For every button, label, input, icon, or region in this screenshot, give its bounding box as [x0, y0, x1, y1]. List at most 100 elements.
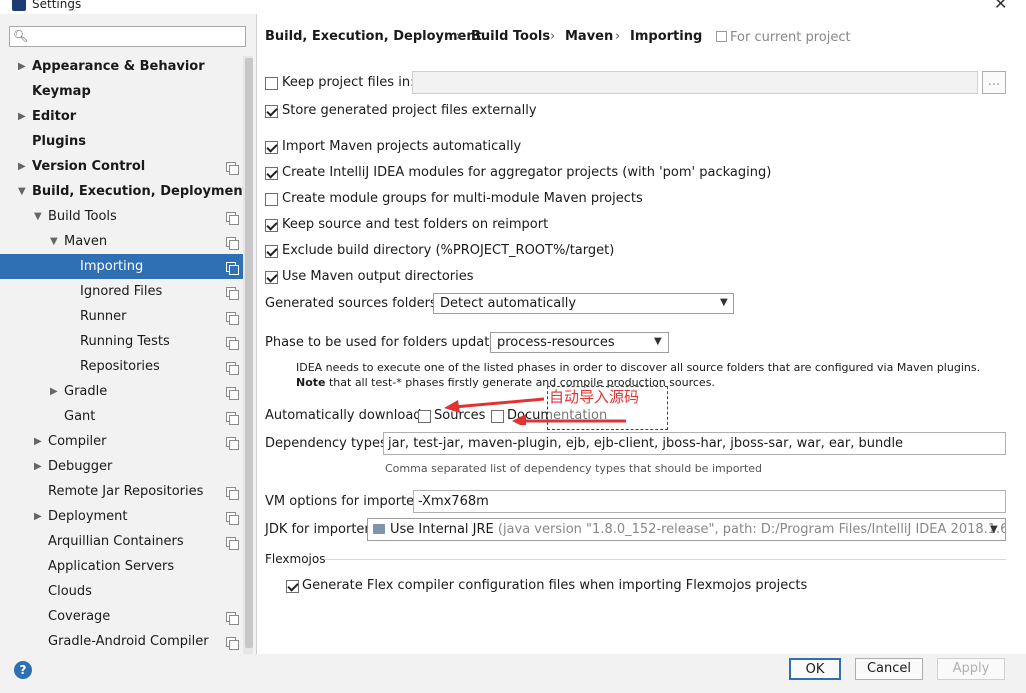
- project-scope-icon: [226, 337, 239, 350]
- sidebar-item[interactable]: ▶ Debugger: [0, 454, 243, 479]
- ok-button[interactable]: OK: [789, 658, 841, 680]
- sidebar-item[interactable]: ▼ Maven: [0, 229, 243, 254]
- keep-files-path-field[interactable]: [412, 71, 978, 94]
- chevron-down-icon[interactable]: ▼: [18, 179, 26, 204]
- chevron-down-icon: ▼: [654, 336, 662, 347]
- flexmojos-checkbox[interactable]: [286, 580, 299, 593]
- keep-source-checkbox[interactable]: [265, 219, 278, 232]
- sidebar-item[interactable]: Coverage: [0, 604, 243, 629]
- sidebar-item[interactable]: Running Tests: [0, 329, 243, 354]
- flexmojos-label: Generate Flex compiler configuration fil…: [302, 578, 808, 593]
- chevron-right-icon[interactable]: ▶: [18, 54, 26, 79]
- sidebar-item-label: Arquillian Containers: [48, 534, 184, 549]
- sidebar-item[interactable]: Application Servers: [0, 554, 243, 579]
- search-input[interactable]: [9, 26, 246, 47]
- annotation-arrows: [444, 397, 626, 425]
- apply-button[interactable]: Apply: [937, 658, 1005, 680]
- phase-combo[interactable]: process-resources: [490, 332, 669, 353]
- import-auto-checkbox[interactable]: [265, 141, 278, 154]
- chevron-right-icon[interactable]: ▶: [34, 429, 42, 454]
- create-groups-checkbox[interactable]: [265, 193, 278, 206]
- sidebar-item[interactable]: Plugins: [0, 129, 243, 154]
- keep-files-checkbox[interactable]: [265, 77, 278, 90]
- sidebar-item[interactable]: Keymap: [0, 79, 243, 104]
- sidebar-item-label: Importing: [80, 259, 144, 274]
- use-output-checkbox[interactable]: [265, 271, 278, 284]
- sidebar-item[interactable]: Runner: [0, 304, 243, 329]
- project-scope-icon: [226, 512, 239, 525]
- sidebar-item-label: Version Control: [32, 159, 146, 174]
- help-icon[interactable]: ?: [14, 661, 32, 679]
- chevron-right-icon[interactable]: ▶: [50, 379, 58, 404]
- store-external-checkbox[interactable]: [265, 105, 278, 118]
- chevron-right-icon[interactable]: ▶: [18, 154, 26, 179]
- jdk-label: JDK for importer:: [265, 522, 374, 537]
- phase-note: IDEA needs to execute one of the listed …: [296, 361, 981, 374]
- dependency-types-label: Dependency types:: [265, 436, 392, 451]
- breadcrumb-build-tools: Build Tools: [471, 29, 551, 44]
- close-icon[interactable]: ✕: [994, 0, 1007, 13]
- project-scope-icon: [226, 487, 239, 500]
- sidebar-item[interactable]: ▼ Build Tools: [0, 204, 243, 229]
- sidebar-item[interactable]: Importing: [0, 254, 243, 279]
- jdk-combo[interactable]: Use Internal JRE (java version "1.8.0_15…: [367, 518, 1006, 541]
- sidebar-item[interactable]: ▼ Build, Execution, Deployment: [0, 179, 249, 204]
- store-external-label: Store generated project files externally: [282, 103, 537, 118]
- search-icon: 🔍︎: [13, 29, 29, 43]
- sidebar-item-label: Appearance & Behavior: [32, 59, 205, 74]
- sidebar-item[interactable]: ▶ Version Control: [0, 154, 243, 179]
- project-scope-icon: [716, 31, 727, 42]
- sidebar-item[interactable]: Ignored Files: [0, 279, 243, 304]
- create-groups-label: Create module groups for multi-module Ma…: [282, 191, 643, 206]
- sidebar-item-label: Runner: [80, 309, 127, 324]
- sidebar-item[interactable]: Remote Jar Repositories: [0, 479, 243, 504]
- keep-files-label: Keep project files in:: [282, 75, 415, 90]
- create-modules-checkbox[interactable]: [265, 167, 278, 180]
- dependency-types-hint: Comma separated list of dependency types…: [385, 462, 763, 475]
- sidebar-item-label: Build Tools: [48, 209, 117, 224]
- sidebar-item[interactable]: Gant: [0, 404, 243, 429]
- chevron-right-icon[interactable]: ▶: [18, 104, 26, 129]
- project-scope-icon: [226, 412, 239, 425]
- chevron-right-icon[interactable]: ▶: [34, 454, 42, 479]
- sidebar-item-label: Build, Execution, Deployment: [32, 184, 249, 199]
- exclude-build-checkbox[interactable]: [265, 245, 278, 258]
- sidebar-item[interactable]: ▶ Deployment: [0, 504, 243, 529]
- sidebar-item[interactable]: ▶ Editor: [0, 104, 243, 129]
- sidebar-item-label: Gradle: [64, 384, 108, 399]
- project-scope-icon: [226, 537, 239, 550]
- project-scope-icon: [226, 612, 239, 625]
- breadcrumb-separator: ›: [615, 29, 621, 44]
- sidebar-item-label: Deployment: [48, 509, 128, 524]
- auto-download-label: Automatically download:: [265, 408, 426, 423]
- window-title: Settings: [32, 0, 82, 11]
- annotation-arrowhead: [512, 414, 526, 425]
- vm-options-field[interactable]: -Xmx768m: [413, 490, 1006, 513]
- sidebar-item[interactable]: Arquillian Containers: [0, 529, 243, 554]
- jdk-detail: (java version "1.8.0_152-release", path:…: [493, 522, 1006, 537]
- annotation-arrow-line: [453, 397, 545, 409]
- sidebar-item-label: Clouds: [48, 584, 92, 599]
- sidebar-item[interactable]: ▶ Compiler: [0, 429, 243, 454]
- chevron-down-icon[interactable]: ▼: [50, 229, 58, 254]
- generated-sources-combo[interactable]: Detect automatically: [433, 293, 734, 314]
- sidebar-scroll-thumb[interactable]: [245, 58, 253, 648]
- project-scope-icon: [226, 212, 239, 225]
- sidebar-item[interactable]: ▶ Gradle: [0, 379, 243, 404]
- chevron-down-icon[interactable]: ▼: [34, 204, 42, 229]
- sources-checkbox[interactable]: [418, 410, 431, 423]
- sidebar-item[interactable]: Gradle-Android Compiler: [0, 629, 243, 654]
- dependency-types-field[interactable]: jar, test-jar, maven-plugin, ejb, ejb-cl…: [383, 432, 1006, 455]
- cancel-button[interactable]: Cancel: [855, 658, 923, 680]
- sidebar-item[interactable]: Clouds: [0, 579, 243, 604]
- sidebar-item[interactable]: ▶ Appearance & Behavior: [0, 54, 243, 79]
- chevron-right-icon[interactable]: ▶: [34, 504, 42, 529]
- project-scope-icon: [226, 262, 239, 275]
- sidebar-item-label: Plugins: [32, 134, 86, 149]
- browse-button[interactable]: ...: [982, 71, 1006, 94]
- sidebar-item[interactable]: Repositories: [0, 354, 243, 379]
- breadcrumb-separator: ›: [550, 29, 556, 44]
- jdk-value: Use Internal JRE: [390, 522, 494, 537]
- chevron-down-icon: ▼: [720, 297, 728, 308]
- keep-source-label: Keep source and test folders on reimport: [282, 217, 549, 232]
